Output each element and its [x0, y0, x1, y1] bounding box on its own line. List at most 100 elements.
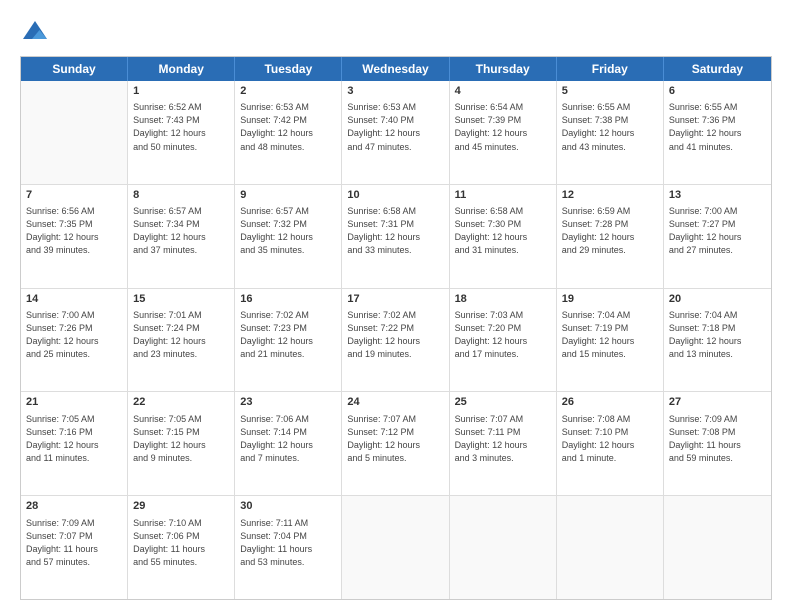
day-content: Sunrise: 7:03 AM Sunset: 7:20 PM Dayligh…: [455, 309, 551, 361]
day-number: 8: [133, 188, 229, 203]
day-number: 21: [26, 395, 122, 410]
header-monday: Monday: [128, 57, 235, 81]
header-sunday: Sunday: [21, 57, 128, 81]
cal-cell-0-3: 3Sunrise: 6:53 AM Sunset: 7:40 PM Daylig…: [342, 81, 449, 184]
day-number: 26: [562, 395, 658, 410]
header-tuesday: Tuesday: [235, 57, 342, 81]
day-number: 12: [562, 188, 658, 203]
day-content: Sunrise: 7:05 AM Sunset: 7:16 PM Dayligh…: [26, 413, 122, 465]
week-row-4: 21 Sunrise: 7:05 AM Sunset: 7:16 PM Dayli…: [21, 392, 771, 496]
cal-cell-2-5: 19 Sunrise: 7:04 AM Sunset: 7:19 PM Dayli…: [557, 289, 664, 392]
header-saturday: Saturday: [664, 57, 771, 81]
day-content: Sunrise: 7:09 AM Sunset: 7:08 PM Dayligh…: [669, 413, 766, 465]
cal-cell-3-4: 25Sunrise: 7:07 AM Sunset: 7:11 PM Dayli…: [450, 392, 557, 495]
cal-cell-3-5: 26 Sunrise: 7:08 AM Sunset: 7:10 PM Dayli…: [557, 392, 664, 495]
day-number: 24: [347, 395, 443, 410]
day-number: 13: [669, 188, 766, 203]
day-number: 20: [669, 292, 766, 307]
cal-cell-4-4: [450, 496, 557, 599]
day-number: 15: [133, 292, 229, 307]
day-content: Sunrise: 6:57 AM Sunset: 7:32 PM Dayligh…: [240, 205, 336, 257]
cal-cell-3-6: 27 Sunrise: 7:09 AM Sunset: 7:08 PM Dayli…: [664, 392, 771, 495]
day-content: Sunrise: 7:10 AM Sunset: 7:06 PM Dayligh…: [133, 517, 229, 569]
day-number: 22: [133, 395, 229, 410]
cal-cell-3-1: 22 Sunrise: 7:05 AM Sunset: 7:15 PM Dayli…: [128, 392, 235, 495]
cal-cell-2-4: 18 Sunrise: 7:03 AM Sunset: 7:20 PM Dayli…: [450, 289, 557, 392]
header: [20, 18, 772, 48]
logo-icon: [20, 18, 50, 48]
day-content: Sunrise: 7:00 AM Sunset: 7:27 PM Dayligh…: [669, 205, 766, 257]
day-content: Sunrise: 7:02 AM Sunset: 7:23 PM Dayligh…: [240, 309, 336, 361]
day-content: Sunrise: 7:00 AM Sunset: 7:26 PM Dayligh…: [26, 309, 122, 361]
day-content: Sunrise: 6:59 AM Sunset: 7:28 PM Dayligh…: [562, 205, 658, 257]
week-row-5: 28Sunrise: 7:09 AM Sunset: 7:07 PM Dayli…: [21, 496, 771, 599]
day-number: 2: [240, 84, 336, 99]
day-content: Sunrise: 6:58 AM Sunset: 7:31 PM Dayligh…: [347, 205, 443, 257]
day-number: 10: [347, 188, 443, 203]
cal-cell-4-6: [664, 496, 771, 599]
day-content: Sunrise: 6:57 AM Sunset: 7:34 PM Dayligh…: [133, 205, 229, 257]
day-number: 6: [669, 84, 766, 99]
calendar-body: 1 Sunrise: 6:52 AM Sunset: 7:43 PM Daylig…: [21, 81, 771, 599]
cal-cell-4-1: 29 Sunrise: 7:10 AM Sunset: 7:06 PM Dayli…: [128, 496, 235, 599]
day-content: Sunrise: 7:04 AM Sunset: 7:19 PM Dayligh…: [562, 309, 658, 361]
logo: [20, 18, 54, 48]
day-number: 23: [240, 395, 336, 410]
cal-cell-3-0: 21 Sunrise: 7:05 AM Sunset: 7:16 PM Dayli…: [21, 392, 128, 495]
cal-cell-2-1: 15 Sunrise: 7:01 AM Sunset: 7:24 PM Dayli…: [128, 289, 235, 392]
calendar: Sunday Monday Tuesday Wednesday Thursday…: [20, 56, 772, 600]
day-number: 1: [133, 84, 229, 99]
day-content: Sunrise: 6:55 AM Sunset: 7:38 PM Dayligh…: [562, 101, 658, 153]
day-content: Sunrise: 7:05 AM Sunset: 7:15 PM Dayligh…: [133, 413, 229, 465]
day-content: Sunrise: 7:09 AM Sunset: 7:07 PM Dayligh…: [26, 517, 122, 569]
day-content: Sunrise: 7:02 AM Sunset: 7:22 PM Dayligh…: [347, 309, 443, 361]
cal-cell-4-5: [557, 496, 664, 599]
day-number: 18: [455, 292, 551, 307]
day-content: Sunrise: 6:52 AM Sunset: 7:43 PM Dayligh…: [133, 101, 229, 153]
day-number: 5: [562, 84, 658, 99]
day-number: 29: [133, 499, 229, 514]
cal-cell-0-5: 5 Sunrise: 6:55 AM Sunset: 7:38 PM Daylig…: [557, 81, 664, 184]
day-content: Sunrise: 7:08 AM Sunset: 7:10 PM Dayligh…: [562, 413, 658, 465]
day-content: Sunrise: 6:56 AM Sunset: 7:35 PM Dayligh…: [26, 205, 122, 257]
cal-cell-2-0: 14 Sunrise: 7:00 AM Sunset: 7:26 PM Dayli…: [21, 289, 128, 392]
day-number: 9: [240, 188, 336, 203]
week-row-3: 14 Sunrise: 7:00 AM Sunset: 7:26 PM Dayli…: [21, 289, 771, 393]
day-content: Sunrise: 7:04 AM Sunset: 7:18 PM Dayligh…: [669, 309, 766, 361]
cal-cell-0-0: [21, 81, 128, 184]
day-number: 11: [455, 188, 551, 203]
day-content: Sunrise: 6:54 AM Sunset: 7:39 PM Dayligh…: [455, 101, 551, 153]
day-content: Sunrise: 7:11 AM Sunset: 7:04 PM Dayligh…: [240, 517, 336, 569]
cal-cell-0-6: 6Sunrise: 6:55 AM Sunset: 7:36 PM Daylig…: [664, 81, 771, 184]
day-number: 19: [562, 292, 658, 307]
page: Sunday Monday Tuesday Wednesday Thursday…: [0, 0, 792, 612]
cal-cell-1-5: 12 Sunrise: 6:59 AM Sunset: 7:28 PM Dayli…: [557, 185, 664, 288]
calendar-header: Sunday Monday Tuesday Wednesday Thursday…: [21, 57, 771, 81]
day-content: Sunrise: 6:53 AM Sunset: 7:42 PM Dayligh…: [240, 101, 336, 153]
cal-cell-1-1: 8 Sunrise: 6:57 AM Sunset: 7:34 PM Daylig…: [128, 185, 235, 288]
cal-cell-1-2: 9 Sunrise: 6:57 AM Sunset: 7:32 PM Daylig…: [235, 185, 342, 288]
day-number: 16: [240, 292, 336, 307]
cal-cell-3-2: 23 Sunrise: 7:06 AM Sunset: 7:14 PM Dayli…: [235, 392, 342, 495]
day-number: 4: [455, 84, 551, 99]
day-content: Sunrise: 7:01 AM Sunset: 7:24 PM Dayligh…: [133, 309, 229, 361]
header-wednesday: Wednesday: [342, 57, 449, 81]
day-number: 17: [347, 292, 443, 307]
cal-cell-3-3: 24Sunrise: 7:07 AM Sunset: 7:12 PM Dayli…: [342, 392, 449, 495]
day-content: Sunrise: 6:58 AM Sunset: 7:30 PM Dayligh…: [455, 205, 551, 257]
day-number: 30: [240, 499, 336, 514]
day-number: 27: [669, 395, 766, 410]
day-content: Sunrise: 7:06 AM Sunset: 7:14 PM Dayligh…: [240, 413, 336, 465]
header-friday: Friday: [557, 57, 664, 81]
day-content: Sunrise: 6:53 AM Sunset: 7:40 PM Dayligh…: [347, 101, 443, 153]
day-number: 14: [26, 292, 122, 307]
cal-cell-1-6: 13 Sunrise: 7:00 AM Sunset: 7:27 PM Dayli…: [664, 185, 771, 288]
cal-cell-0-2: 2 Sunrise: 6:53 AM Sunset: 7:42 PM Daylig…: [235, 81, 342, 184]
cal-cell-4-2: 30 Sunrise: 7:11 AM Sunset: 7:04 PM Dayli…: [235, 496, 342, 599]
cal-cell-0-1: 1 Sunrise: 6:52 AM Sunset: 7:43 PM Daylig…: [128, 81, 235, 184]
cal-cell-2-2: 16 Sunrise: 7:02 AM Sunset: 7:23 PM Dayli…: [235, 289, 342, 392]
week-row-2: 7Sunrise: 6:56 AM Sunset: 7:35 PM Daylig…: [21, 185, 771, 289]
cal-cell-1-3: 10 Sunrise: 6:58 AM Sunset: 7:31 PM Dayli…: [342, 185, 449, 288]
cal-cell-1-4: 11 Sunrise: 6:58 AM Sunset: 7:30 PM Dayli…: [450, 185, 557, 288]
header-thursday: Thursday: [450, 57, 557, 81]
